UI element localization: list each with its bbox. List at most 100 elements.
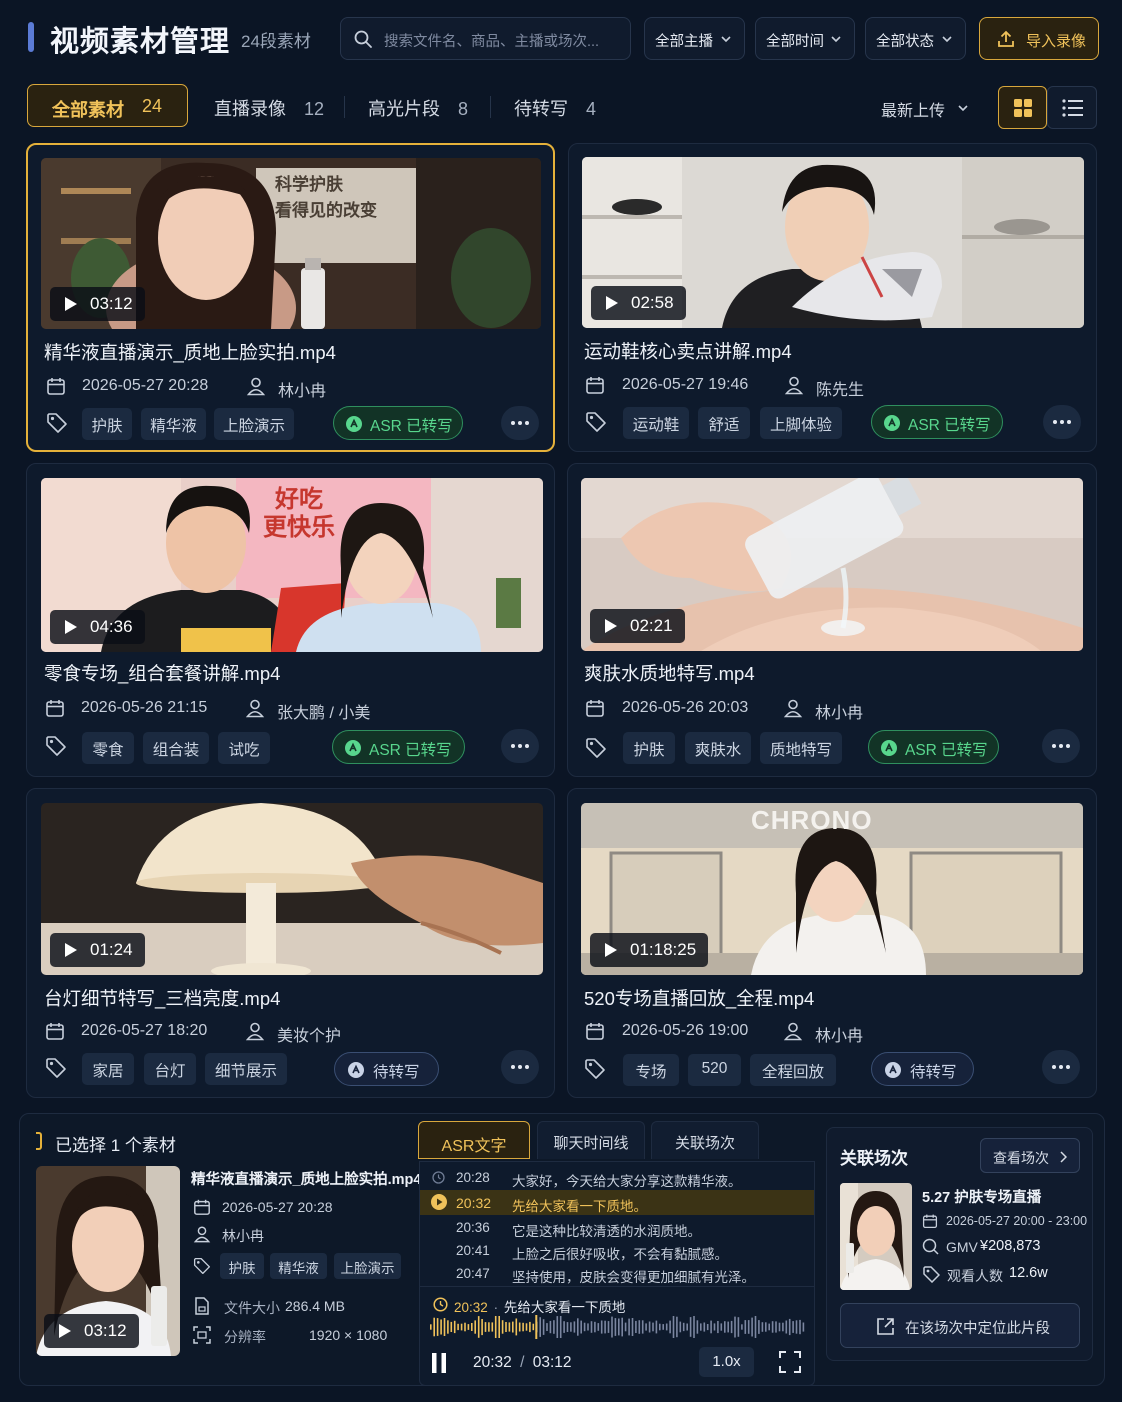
pending-status-badge[interactable]: 待转写 (334, 1052, 439, 1086)
tag-chip[interactable]: 护肤 (82, 408, 132, 440)
waveform-bar (542, 1319, 545, 1335)
transcript-line[interactable]: 20:28 大家好，今天给大家分享这款精华液。 (420, 1165, 814, 1190)
list-view-button[interactable] (1047, 86, 1097, 129)
tag-chip[interactable]: 专场 (623, 1054, 679, 1086)
transcript-line[interactable]: 20:41 上脸之后很好吸收，不会有黏腻感。 (420, 1238, 814, 1263)
playback-speed-button[interactable]: 1.0x (699, 1347, 754, 1377)
selected-thumbnail[interactable]: 03:12 (36, 1166, 180, 1356)
waveform-bar (474, 1320, 476, 1334)
waveform-bar (515, 1318, 518, 1336)
waveform-bar (799, 1319, 801, 1335)
video-card[interactable]: CHRONO 01:18:25 520专场直播回放_全程.mp4 2026-05… (567, 788, 1097, 1098)
asr-status-badge[interactable]: ASR 已转写 (333, 406, 463, 440)
tag-chip[interactable]: 台灯 (144, 1053, 196, 1085)
video-card[interactable]: 01:24 台灯细节特写_三档亮度.mp4 2026-05-27 18:20 美… (26, 788, 555, 1098)
time-filter-dropdown[interactable]: 全部时间 (755, 17, 855, 60)
import-recording-button[interactable]: 导入录像 (979, 17, 1099, 60)
video-thumbnail[interactable]: 02:58 (582, 157, 1084, 328)
tag-chip[interactable]: 上脸演示 (334, 1253, 401, 1279)
video-card[interactable]: 02:21 爽肤水质地特写.mp4 2026-05-26 20:03 林小冉 护… (567, 463, 1097, 777)
asr-status-badge[interactable]: ASR 已转写 (868, 730, 999, 764)
sort-dropdown[interactable]: 最新上传 (881, 97, 968, 121)
video-card[interactable]: 02:58 运动鞋核心卖点讲解.mp4 2026-05-27 19:46 陈先生… (568, 143, 1097, 452)
tag-chip[interactable]: 护肤 (220, 1253, 264, 1279)
waveform-bar (529, 1321, 531, 1333)
transcript-time: 20:41 (456, 1243, 490, 1258)
asr-status-badge[interactable]: ASR 已转写 (332, 730, 465, 764)
duration-badge: 03:12 (50, 287, 145, 321)
video-filename: 精华液直播演示_质地上脸实拍.mp4 (44, 342, 336, 363)
user-icon (245, 698, 265, 718)
host-filter-dropdown[interactable]: 全部主播 (644, 17, 745, 60)
tag-chip[interactable]: 护肤 (623, 732, 675, 764)
video-thumbnail[interactable]: 好吃 更快乐 04:36 (41, 478, 543, 652)
tag-chip[interactable]: 细节展示 (205, 1053, 287, 1085)
tag-chip[interactable]: 上脸演示 (214, 408, 294, 440)
tag-chip[interactable]: 运动鞋 (623, 407, 689, 439)
waveform-bar (573, 1321, 576, 1333)
tag-chip[interactable]: 爽肤水 (685, 732, 751, 764)
waveform-bar (638, 1320, 641, 1334)
video-thumbnail[interactable]: 科学护肤 看得见的改变 03:12 (41, 158, 541, 329)
tag-chip[interactable]: 精华液 (270, 1253, 327, 1279)
waveform[interactable] (430, 1315, 806, 1339)
tag-chip[interactable]: 舒适 (698, 407, 750, 439)
host-filter-label: 全部主播 (655, 34, 713, 50)
more-options-button[interactable] (501, 729, 539, 763)
tab-count: 24 (142, 96, 163, 116)
tab-pending-transcription[interactable]: 待转写 4 (514, 95, 596, 121)
tag-chip[interactable]: 520 (688, 1054, 741, 1086)
asr-status-badge[interactable]: ASR 已转写 (871, 405, 1003, 439)
tab-asr-text[interactable]: ASR文字 (418, 1121, 530, 1159)
playhead[interactable] (535, 1315, 538, 1339)
waveform-bar (696, 1320, 699, 1334)
tag-chip[interactable]: 上脚体验 (760, 407, 842, 439)
waveform-bar (655, 1320, 658, 1334)
more-options-button[interactable] (1043, 405, 1081, 439)
video-thumbnail[interactable]: 02:21 (581, 478, 1083, 651)
video-thumbnail[interactable]: CHRONO 01:18:25 (581, 803, 1083, 975)
selected-date: 2026-05-27 20:28 (222, 1199, 333, 1215)
fullscreen-button[interactable] (779, 1351, 801, 1373)
tab-all-materials[interactable]: 全部素材 24 (27, 84, 188, 127)
material-count: 24段素材 (241, 32, 311, 51)
pending-status-badge[interactable]: 待转写 (871, 1052, 974, 1086)
tag-chip[interactable]: 试吃 (218, 732, 270, 764)
file-size-icon (193, 1297, 211, 1315)
search-input[interactable]: 搜索文件名、商品、主播或场次... (340, 17, 631, 60)
transcript-line-active[interactable]: 20:32 先给大家看一下质地。 (420, 1190, 814, 1215)
waveform-bar (512, 1321, 514, 1333)
video-card[interactable]: 好吃 更快乐 04:36 零食专场_组合套餐讲解.mp4 2026-05-26 … (26, 463, 555, 777)
more-options-button[interactable] (501, 1050, 539, 1084)
transcript-line[interactable]: 20:36 它是这种比较清透的水润质地。 (420, 1215, 814, 1240)
tag-chip[interactable]: 精华液 (141, 408, 206, 440)
locate-in-session-button[interactable]: 在该场次中定位此片段 (840, 1303, 1080, 1348)
waveform-bar (792, 1321, 794, 1333)
duration-text: 04:36 (90, 617, 133, 636)
status-filter-dropdown[interactable]: 全部状态 (865, 17, 966, 60)
video-thumbnail[interactable]: 01:24 (41, 803, 543, 975)
tab-live-recordings[interactable]: 直播录像 12 (214, 95, 324, 121)
more-options-button[interactable] (1042, 729, 1080, 763)
waveform-bar (518, 1322, 521, 1332)
more-options-button[interactable] (501, 406, 539, 440)
tag-chip[interactable]: 家居 (82, 1053, 134, 1085)
video-card[interactable]: 科学护肤 看得见的改变 03:12 精华液直播演示_质地上脸实拍.mp4 202… (26, 143, 555, 452)
tab-highlights[interactable]: 高光片段 8 (368, 95, 468, 121)
asr-done-icon (884, 415, 900, 431)
waveform-bar (665, 1323, 668, 1331)
tag-icon (585, 411, 607, 433)
tab-related-sessions[interactable]: 关联场次 (651, 1121, 759, 1159)
tab-chat-timeline[interactable]: 聊天时间线 (537, 1121, 645, 1159)
more-options-button[interactable] (1042, 1050, 1080, 1084)
view-session-button[interactable]: 查看场次 (980, 1138, 1080, 1173)
tag-chip[interactable]: 组合装 (143, 732, 209, 764)
grid-view-button[interactable] (998, 86, 1047, 129)
tag-chip[interactable]: 质地特写 (760, 732, 842, 764)
tag-chip[interactable]: 全程回放 (750, 1054, 836, 1086)
tag-chip[interactable]: 零食 (82, 732, 134, 764)
pause-button[interactable] (432, 1353, 446, 1373)
waveform-bar (501, 1320, 504, 1334)
session-thumbnail[interactable] (840, 1183, 912, 1290)
transcript-line[interactable]: 20:47 坚持使用，皮肤会变得更加细腻有光泽。 (420, 1261, 814, 1286)
